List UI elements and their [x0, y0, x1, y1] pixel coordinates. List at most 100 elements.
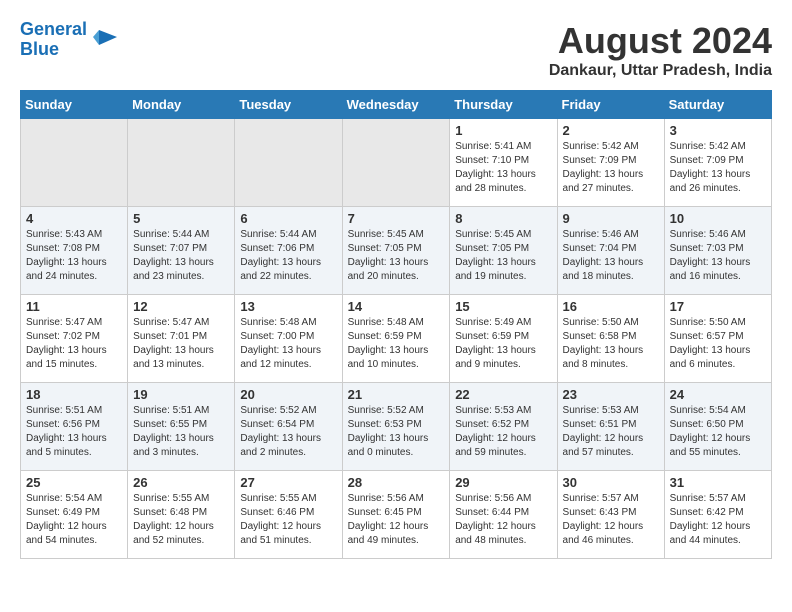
day-number: 18 [26, 387, 122, 402]
table-row: 17Sunrise: 5:50 AM Sunset: 6:57 PM Dayli… [664, 295, 771, 383]
day-number: 28 [348, 475, 445, 490]
table-row: 21 Sunrise: 5:52 AM Sunset: 6:53 PM Dayli… [342, 383, 450, 471]
day-number: 1 [455, 123, 551, 138]
day-number: 24 [670, 387, 766, 402]
header-tuesday: Tuesday [235, 91, 342, 119]
table-row: 7 Sunrise: 5:45 AM Sunset: 7:05 PM Daylig… [342, 207, 450, 295]
page-header: General Blue August 2024 Dankaur, Uttar … [20, 20, 772, 80]
day-detail: Sunrise: 5:44 AM Sunset: 7:07 PM Dayligh… [133, 228, 229, 284]
day-number: 5 [133, 211, 229, 226]
day-number: 25 [26, 475, 122, 490]
day-detail: Sunrise: 5:46 AM Sunset: 7:03 PM Dayligh… [670, 228, 766, 284]
subtitle: Dankaur, Uttar Pradesh, India [549, 62, 772, 80]
day-detail: Sunrise: 5:55 AM Sunset: 6:48 PM Dayligh… [133, 492, 229, 548]
table-row: 13 Sunrise: 5:48 AM Sunset: 7:00 PM Dayli… [235, 295, 342, 383]
day-detail: Sunrise: 5:50 AM Sunset: 6:58 PM Dayligh… [563, 316, 659, 372]
day-number: 15 [455, 299, 551, 314]
day-detail: Sunrise: 5:54 AM Sunset: 6:49 PM Dayligh… [26, 492, 122, 548]
table-row [235, 119, 342, 207]
day-detail: Sunrise: 5:47 AM Sunset: 7:01 PM Dayligh… [133, 316, 229, 372]
day-number: 19 [133, 387, 229, 402]
day-number: 17 [670, 299, 766, 314]
day-detail: Sunrise: 5:47 AM Sunset: 7:02 PM Dayligh… [26, 316, 122, 372]
day-number: 21 [348, 387, 445, 402]
day-number: 22 [455, 387, 551, 402]
day-detail: Sunrise: 5:56 AM Sunset: 6:44 PM Dayligh… [455, 492, 551, 548]
table-row: 19 Sunrise: 5:51 AM Sunset: 6:55 PM Dayli… [128, 383, 235, 471]
table-row: 8 Sunrise: 5:45 AM Sunset: 7:05 PM Daylig… [450, 207, 557, 295]
day-detail: Sunrise: 5:45 AM Sunset: 7:05 PM Dayligh… [455, 228, 551, 284]
day-number: 9 [563, 211, 659, 226]
table-row: 4 Sunrise: 5:43 AM Sunset: 7:08 PM Daylig… [21, 207, 128, 295]
logo: General Blue [20, 20, 119, 60]
table-row: 25 Sunrise: 5:54 AM Sunset: 6:49 PM Dayli… [21, 471, 128, 559]
day-detail: Sunrise: 5:42 AM Sunset: 7:09 PM Dayligh… [670, 140, 766, 196]
day-number: 23 [563, 387, 659, 402]
table-row: 1 Sunrise: 5:41 AM Sunset: 7:10 PM Daylig… [450, 119, 557, 207]
day-detail: Sunrise: 5:48 AM Sunset: 7:00 PM Dayligh… [240, 316, 336, 372]
table-row: 26Sunrise: 5:55 AM Sunset: 6:48 PM Dayli… [128, 471, 235, 559]
day-detail: Sunrise: 5:45 AM Sunset: 7:05 PM Dayligh… [348, 228, 445, 284]
day-number: 20 [240, 387, 336, 402]
day-detail: Sunrise: 5:49 AM Sunset: 6:59 PM Dayligh… [455, 316, 551, 372]
table-row: 9 Sunrise: 5:46 AM Sunset: 7:04 PM Daylig… [557, 207, 664, 295]
table-row: 31 Sunrise: 5:57 AM Sunset: 6:42 PM Dayli… [664, 471, 771, 559]
day-detail: Sunrise: 5:53 AM Sunset: 6:52 PM Dayligh… [455, 404, 551, 460]
day-number: 4 [26, 211, 122, 226]
table-row: 2 Sunrise: 5:42 AM Sunset: 7:09 PM Daylig… [557, 119, 664, 207]
day-detail: Sunrise: 5:52 AM Sunset: 6:54 PM Dayligh… [240, 404, 336, 460]
day-number: 3 [670, 123, 766, 138]
table-row: 3 Sunrise: 5:42 AM Sunset: 7:09 PM Daylig… [664, 119, 771, 207]
table-row [128, 119, 235, 207]
day-number: 8 [455, 211, 551, 226]
day-number: 27 [240, 475, 336, 490]
day-number: 31 [670, 475, 766, 490]
day-detail: Sunrise: 5:41 AM Sunset: 7:10 PM Dayligh… [455, 140, 551, 196]
table-row: 14 Sunrise: 5:48 AM Sunset: 6:59 PM Dayli… [342, 295, 450, 383]
header-sunday: Sunday [21, 91, 128, 119]
day-number: 2 [563, 123, 659, 138]
day-detail: Sunrise: 5:43 AM Sunset: 7:08 PM Dayligh… [26, 228, 122, 284]
day-number: 16 [563, 299, 659, 314]
day-detail: Sunrise: 5:53 AM Sunset: 6:51 PM Dayligh… [563, 404, 659, 460]
day-detail: Sunrise: 5:48 AM Sunset: 6:59 PM Dayligh… [348, 316, 445, 372]
table-row [21, 119, 128, 207]
table-row: 16 Sunrise: 5:50 AM Sunset: 6:58 PM Dayli… [557, 295, 664, 383]
header-friday: Friday [557, 91, 664, 119]
header-monday: Monday [128, 91, 235, 119]
day-number: 30 [563, 475, 659, 490]
day-detail: Sunrise: 5:52 AM Sunset: 6:53 PM Dayligh… [348, 404, 445, 460]
day-number: 7 [348, 211, 445, 226]
logo-text: General Blue [20, 20, 87, 60]
table-row: 22 Sunrise: 5:53 AM Sunset: 6:52 PM Dayli… [450, 383, 557, 471]
table-row: 20 Sunrise: 5:52 AM Sunset: 6:54 PM Dayli… [235, 383, 342, 471]
day-number: 14 [348, 299, 445, 314]
calendar-table: Sunday Monday Tuesday Wednesday Thursday… [20, 90, 772, 559]
table-row: 24Sunrise: 5:54 AM Sunset: 6:50 PM Dayli… [664, 383, 771, 471]
day-detail: Sunrise: 5:42 AM Sunset: 7:09 PM Dayligh… [563, 140, 659, 196]
table-row: 12Sunrise: 5:47 AM Sunset: 7:01 PM Dayli… [128, 295, 235, 383]
table-row: 27 Sunrise: 5:55 AM Sunset: 6:46 PM Dayli… [235, 471, 342, 559]
calendar-header: Sunday Monday Tuesday Wednesday Thursday… [21, 91, 772, 119]
day-detail: Sunrise: 5:46 AM Sunset: 7:04 PM Dayligh… [563, 228, 659, 284]
table-row: 11 Sunrise: 5:47 AM Sunset: 7:02 PM Dayli… [21, 295, 128, 383]
day-number: 13 [240, 299, 336, 314]
table-row: 6Sunrise: 5:44 AM Sunset: 7:06 PM Daylig… [235, 207, 342, 295]
day-detail: Sunrise: 5:55 AM Sunset: 6:46 PM Dayligh… [240, 492, 336, 548]
logo-icon [89, 25, 119, 55]
header-saturday: Saturday [664, 91, 771, 119]
calendar-body: 1 Sunrise: 5:41 AM Sunset: 7:10 PM Daylig… [21, 119, 772, 559]
table-row: 28Sunrise: 5:56 AM Sunset: 6:45 PM Dayli… [342, 471, 450, 559]
table-row: 29Sunrise: 5:56 AM Sunset: 6:44 PM Dayli… [450, 471, 557, 559]
day-number: 11 [26, 299, 122, 314]
title-block: August 2024 Dankaur, Uttar Pradesh, Indi… [549, 20, 772, 80]
table-row: 30Sunrise: 5:57 AM Sunset: 6:43 PM Dayli… [557, 471, 664, 559]
table-row: 5 Sunrise: 5:44 AM Sunset: 7:07 PM Daylig… [128, 207, 235, 295]
day-detail: Sunrise: 5:57 AM Sunset: 6:42 PM Dayligh… [670, 492, 766, 548]
header-wednesday: Wednesday [342, 91, 450, 119]
day-detail: Sunrise: 5:44 AM Sunset: 7:06 PM Dayligh… [240, 228, 336, 284]
table-row [342, 119, 450, 207]
day-number: 10 [670, 211, 766, 226]
day-detail: Sunrise: 5:51 AM Sunset: 6:56 PM Dayligh… [26, 404, 122, 460]
day-detail: Sunrise: 5:51 AM Sunset: 6:55 PM Dayligh… [133, 404, 229, 460]
